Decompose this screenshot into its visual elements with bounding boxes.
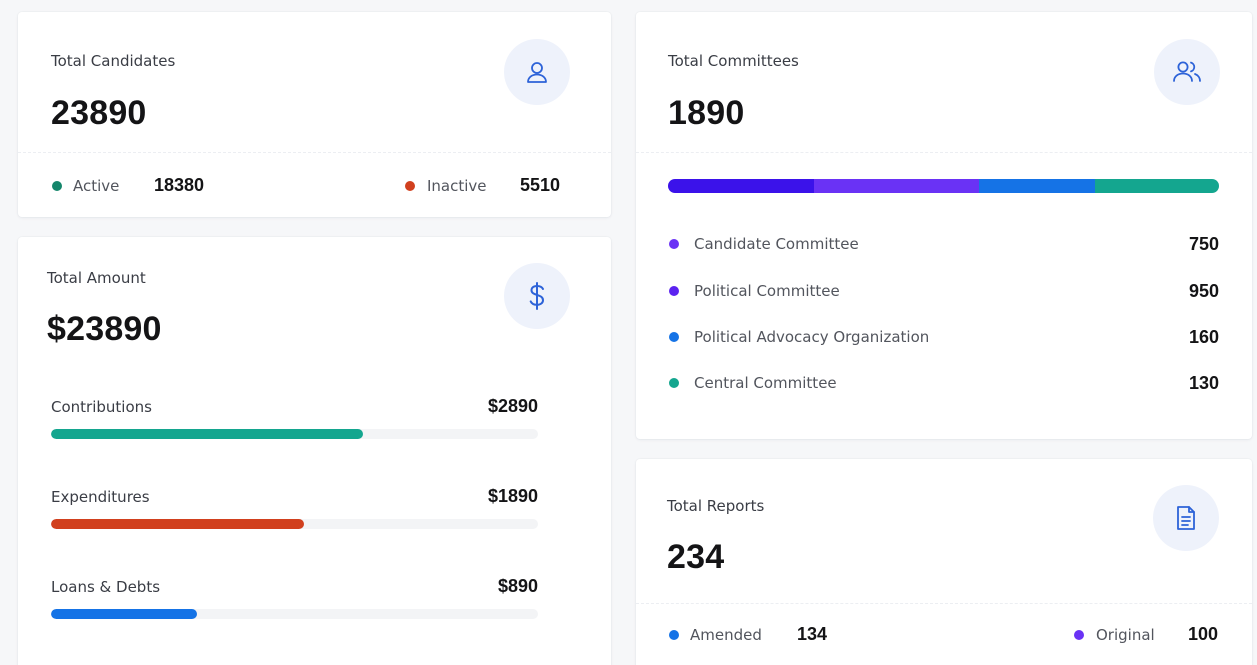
amount-card: Total Amount $23890 Contributions $2890 … [18, 237, 611, 665]
loans-value: $890 [497, 576, 538, 596]
original-dot [1074, 630, 1084, 640]
expenditures-progress-fill [51, 519, 305, 529]
candidates-title: Total Candidates [51, 52, 176, 70]
expenditures-label: Expenditures [51, 488, 150, 506]
amount-total: $23890 [47, 310, 162, 348]
committee-dot [669, 239, 679, 249]
candidates-icon-badge [504, 39, 570, 105]
amended-dot [669, 630, 679, 640]
amended-label: Amended [690, 626, 762, 644]
active-value: 18380 [154, 175, 205, 195]
committee-value: 950 [1188, 281, 1219, 301]
committees-title: Total Committees [668, 52, 799, 70]
committees-total: 1890 [668, 94, 745, 132]
committees-bar-segment [1095, 179, 1219, 193]
reports-icon-badge [1153, 485, 1219, 551]
inactive-value: 5510 [520, 175, 561, 195]
committee-label: Political Committee [694, 282, 840, 300]
committee-value: 160 [1188, 327, 1219, 347]
reports-title: Total Reports [667, 497, 765, 515]
original-label: Original [1096, 626, 1155, 644]
original-value: 100 [1188, 624, 1219, 644]
inactive-label: Inactive [427, 177, 487, 195]
committees-divider [636, 152, 1252, 153]
contributions-label: Contributions [51, 398, 152, 416]
expenditures-progress [51, 519, 538, 529]
reports-card: Total Reports 234 Amended 134 Original 1… [636, 459, 1252, 665]
contributions-value: $2890 [487, 396, 538, 416]
reports-total: 234 [667, 538, 725, 576]
users-icon [1173, 61, 1201, 82]
committee-dot [669, 286, 679, 296]
contributions-progress [51, 429, 538, 439]
committee-label: Candidate Committee [694, 235, 859, 253]
loans-progress [51, 609, 538, 619]
committees-card: Total Committees 1890 Candidate Committe… [636, 12, 1252, 439]
committee-label: Political Advocacy Organization [694, 328, 930, 346]
committee-dot [669, 332, 679, 342]
candidates-total: 23890 [51, 94, 147, 132]
committees-stacked-bar [668, 179, 1219, 193]
committee-label: Central Committee [694, 374, 837, 392]
committees-bar-segment [668, 179, 814, 193]
user-icon [527, 62, 547, 83]
dollar-icon [529, 282, 545, 310]
committees-icon-badge [1154, 39, 1220, 105]
committee-value: 750 [1188, 234, 1219, 254]
amended-value: 134 [797, 624, 828, 644]
document-icon [1177, 506, 1195, 530]
loans-label: Loans & Debts [51, 578, 161, 596]
contributions-progress-fill [51, 429, 363, 439]
active-label: Active [73, 177, 120, 195]
expenditures-value: $1890 [487, 486, 538, 506]
active-dot [52, 181, 62, 191]
loans-progress-fill [51, 609, 198, 619]
amount-icon-badge [504, 263, 570, 329]
candidates-card: Total Candidates 23890 Active 18380 Inac… [18, 12, 611, 217]
committees-bar-segment [979, 179, 1095, 193]
inactive-dot [405, 181, 415, 191]
candidates-divider [18, 152, 611, 153]
committee-value: 130 [1188, 373, 1219, 393]
reports-divider [636, 603, 1252, 604]
amount-title: Total Amount [47, 269, 146, 287]
committee-dot [669, 378, 679, 388]
committees-bar-segment [814, 179, 980, 193]
